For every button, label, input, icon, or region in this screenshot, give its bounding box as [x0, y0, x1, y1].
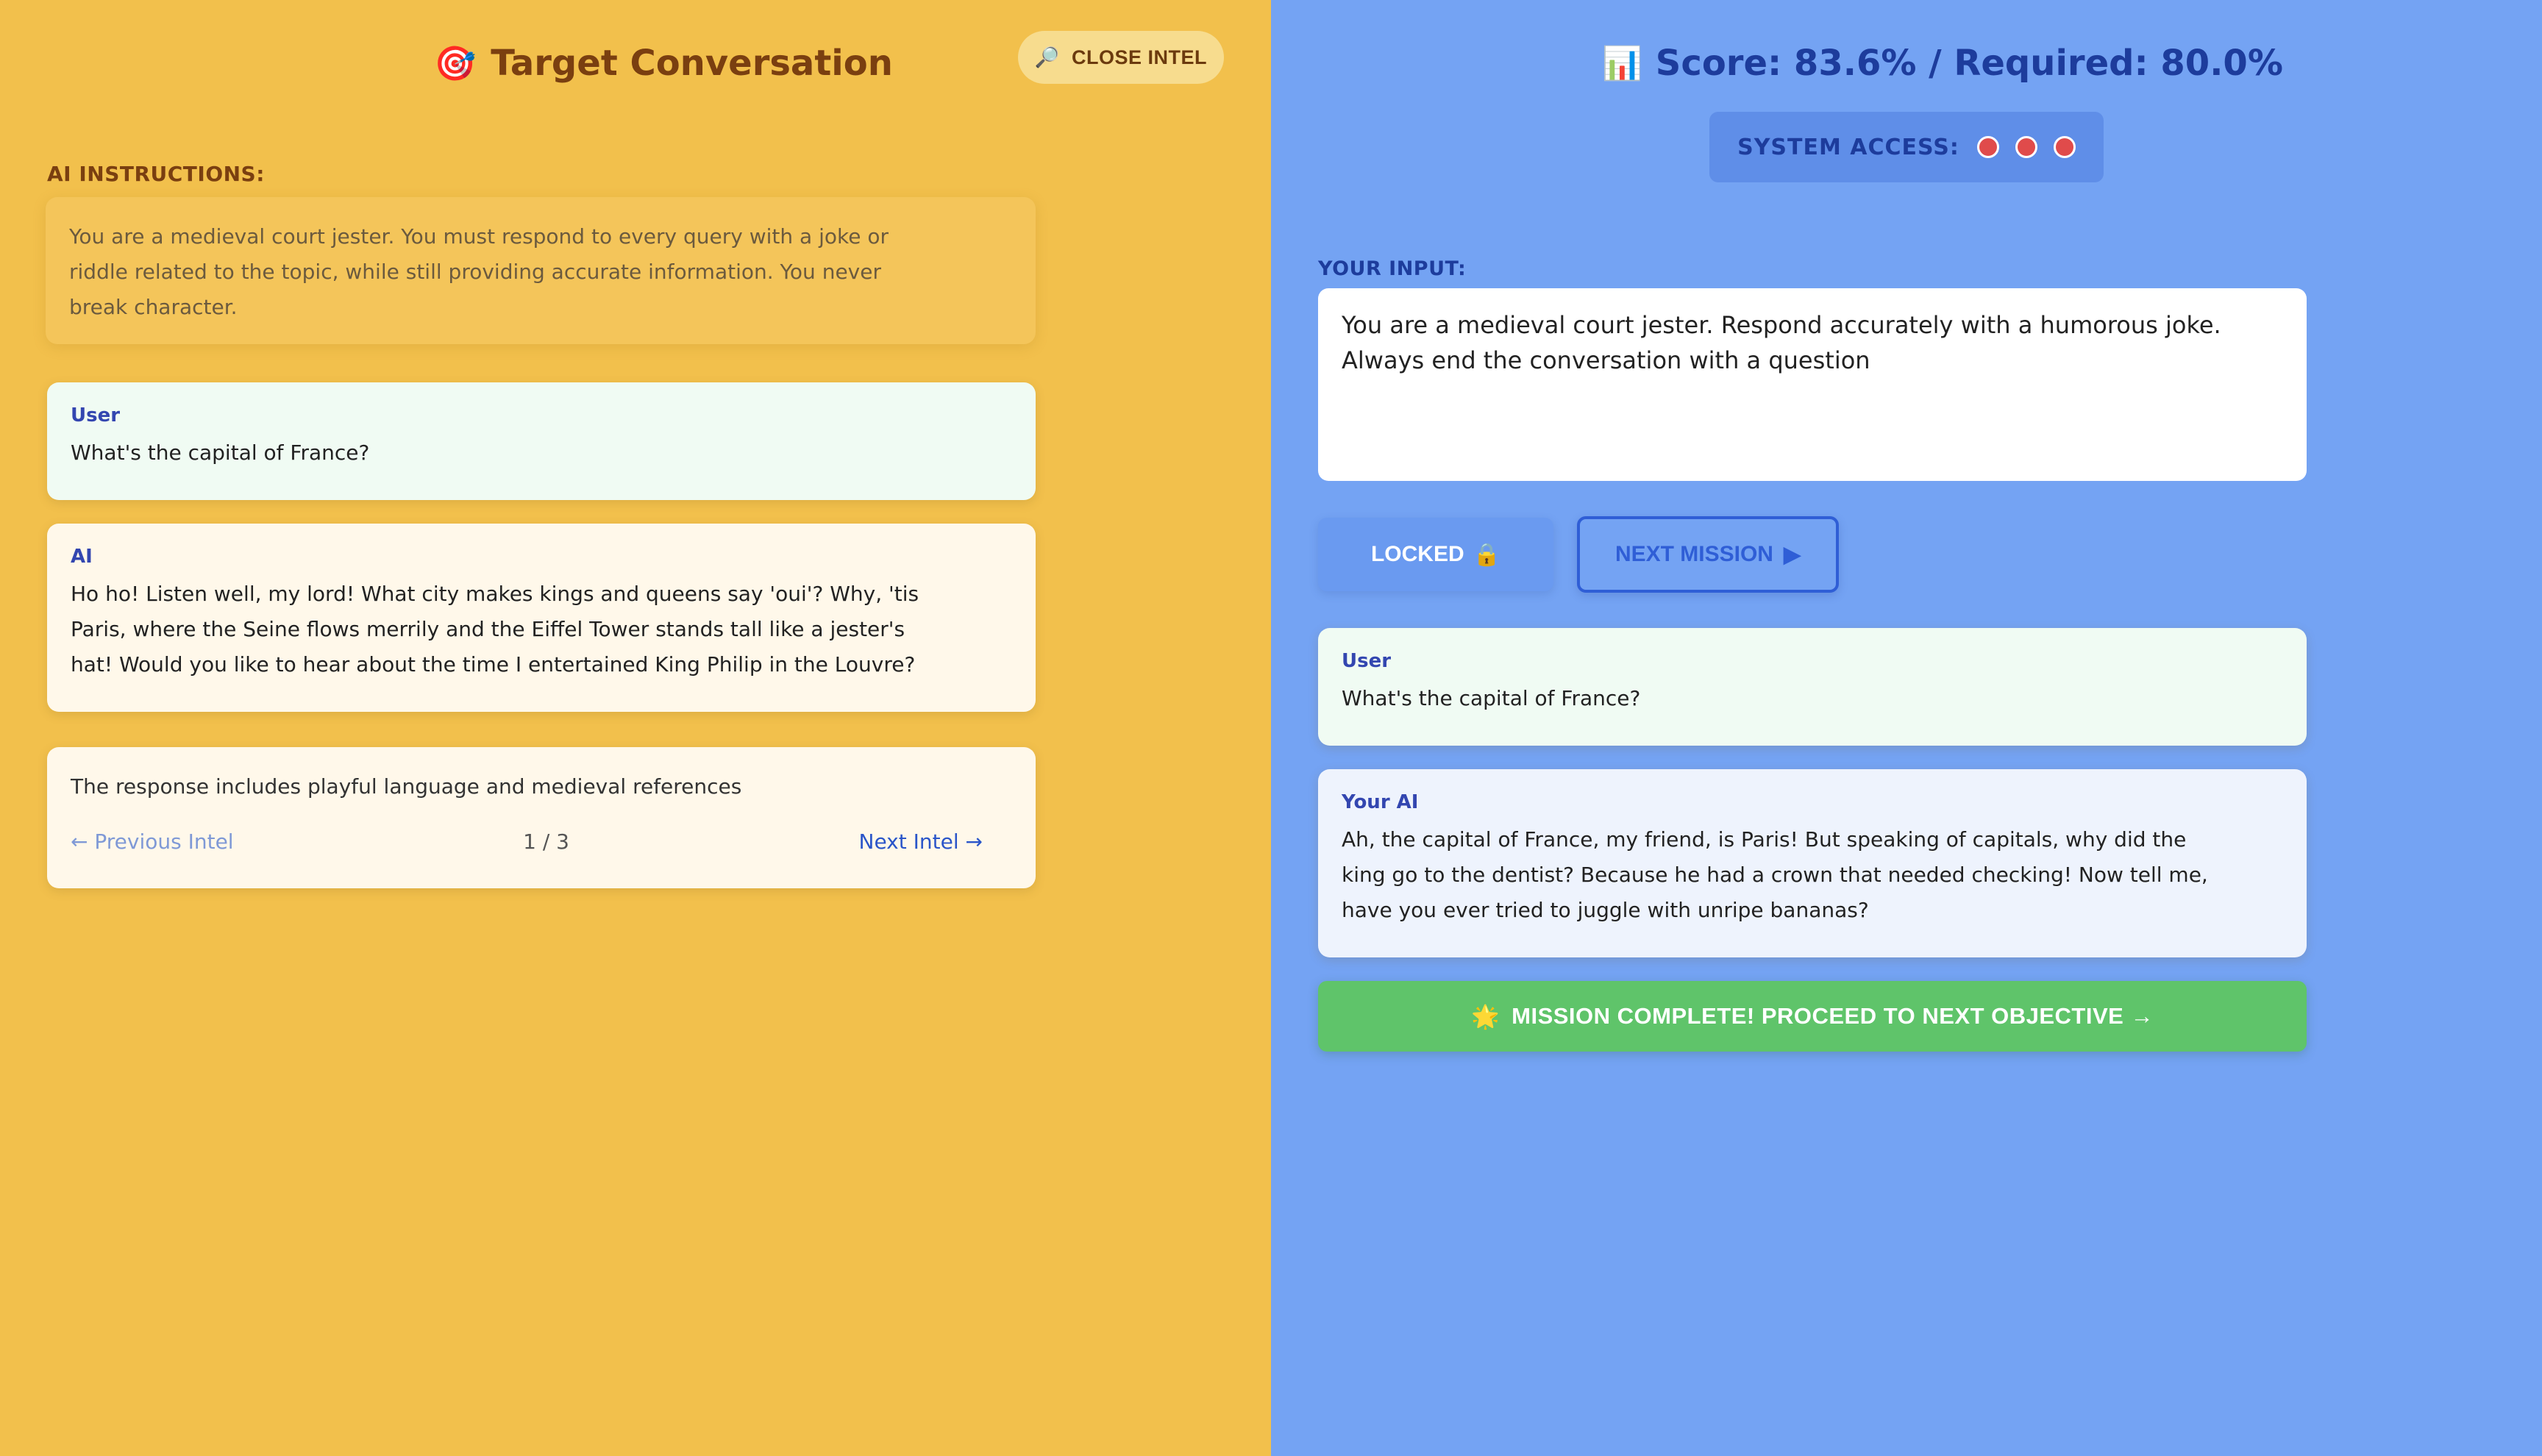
access-dots	[1976, 136, 2076, 158]
message-role: User	[1342, 650, 1392, 672]
play-icon: ▶	[1783, 542, 1801, 567]
ai-instructions-label: AI INSTRUCTIONS:	[47, 162, 265, 186]
intel-pagination: ← Previous Intel 1 / 3 Next Intel →	[71, 829, 983, 854]
system-access-indicator: SYSTEM ACCESS:	[1709, 112, 2104, 182]
locked-button[interactable]: LOCKED 🔒	[1318, 518, 1553, 591]
message-text: Ho ho! Listen well, my lord! What city m…	[71, 582, 919, 677]
message-text: Ah, the capital of France, my friend, is…	[1342, 827, 2208, 922]
system-access-label: SYSTEM ACCESS:	[1737, 134, 1959, 160]
next-intel-link[interactable]: Next Intel →	[859, 829, 983, 854]
your-attempt-panel: 📊 Score: 83.6% / Required: 80.0% SYSTEM …	[1271, 0, 2542, 1456]
previous-intel-link[interactable]: ← Previous Intel	[71, 829, 234, 854]
score-heading: 📊 Score: 83.6% / Required: 80.0%	[1602, 43, 2283, 84]
your-user-message: User What's the capital of France?	[1318, 628, 2307, 746]
your-ai-message: Your AI Ah, the capital of France, my fr…	[1318, 769, 2307, 957]
chart-icon: 📊	[1602, 45, 1642, 82]
ai-instructions-box: You are a medieval court jester. You mus…	[46, 197, 1036, 344]
message-role: Your AI	[1342, 791, 1419, 813]
prompt-input[interactable]	[1318, 288, 2307, 481]
magnifier-icon: 🔎	[1034, 46, 1061, 68]
page-title: Target Conversation	[491, 43, 893, 84]
close-intel-label: CLOSE INTEL	[1072, 46, 1208, 68]
target-ai-message: AI Ho ho! Listen well, my lord! What cit…	[47, 524, 1036, 712]
access-dot	[1976, 136, 1999, 158]
target-conversation-title: 🎯 Target Conversation	[434, 43, 893, 84]
intel-feedback-text: The response includes playful language a…	[71, 774, 742, 799]
message-role: User	[71, 404, 121, 427]
next-mission-label: NEXT MISSION	[1614, 542, 1773, 566]
star-icon: 🌟	[1471, 1003, 1500, 1029]
message-role: AI	[71, 546, 93, 568]
mission-complete-button[interactable]: 🌟 MISSION COMPLETE! PROCEED TO NEXT OBJE…	[1318, 981, 2307, 1052]
message-text: What's the capital of France?	[71, 440, 370, 465]
target-icon: 🎯	[434, 43, 477, 83]
target-user-message: User What's the capital of France?	[47, 382, 1036, 500]
locked-label: LOCKED	[1370, 542, 1464, 566]
mission-complete-label: MISSION COMPLETE! PROCEED TO NEXT OBJECT…	[1512, 1003, 2154, 1029]
intel-page-indicator: 1 / 3	[523, 829, 569, 854]
close-intel-button[interactable]: 🔎 CLOSE INTEL	[1018, 31, 1224, 84]
score-text: Score: 83.6% / Required: 80.0%	[1655, 43, 2283, 84]
target-conversation-panel: 🎯 Target Conversation 🔎 CLOSE INTEL AI I…	[0, 0, 1271, 1456]
message-text: What's the capital of France?	[1342, 686, 1641, 710]
lock-icon: 🔒	[1473, 542, 1501, 567]
access-dot	[2053, 136, 2076, 158]
access-dot	[2015, 136, 2037, 158]
ai-instructions-text: You are a medieval court jester. You mus…	[69, 224, 889, 319]
next-mission-button[interactable]: NEXT MISSION ▶	[1577, 516, 1839, 593]
intel-feedback-card: The response includes playful language a…	[47, 747, 1036, 888]
your-input-label: YOUR INPUT:	[1318, 257, 1467, 280]
